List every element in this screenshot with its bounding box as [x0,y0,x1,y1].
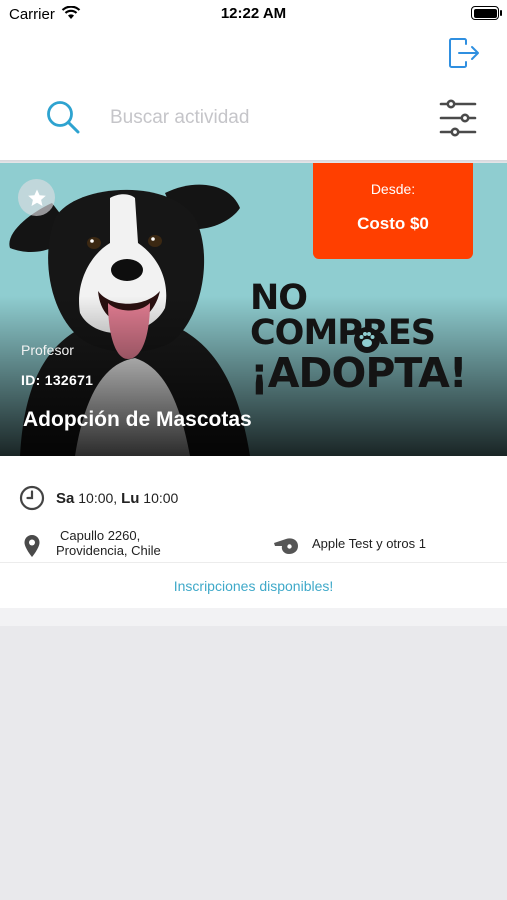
status-bar: Carrier 12:22 AM [0,0,507,30]
clock-icon [19,485,45,511]
availability-row[interactable]: Inscripciones disponibles! [0,563,507,608]
schedule-day-1: Sa [56,490,75,507]
filter-icon[interactable] [438,98,478,138]
activity-card[interactable]: Desde: Costo $0 NO COMPRES ¡ADOPTA! Prof… [0,163,507,456]
search-icon[interactable] [44,98,82,136]
teachers-text: Apple Test y otros 1 [312,536,426,551]
teacher-label: Profesor [21,342,74,358]
list-spacer [0,608,507,626]
activity-id: ID: 132671 [21,372,94,388]
schedule-time-1: 10:00 [78,490,114,506]
address-line-2: Providencia, Chile [56,543,161,558]
activity-title[interactable]: Adopción de Mascotas [23,408,252,432]
location-pin-icon [24,535,40,557]
whistle-icon [274,538,298,554]
price-label: Desde: [370,181,416,197]
favorite-button[interactable] [18,179,55,216]
status-time: 12:22 AM [220,5,287,22]
star-icon [27,189,46,206]
paw-icon [354,327,380,353]
battery-cap [500,10,502,16]
schedule-time-2: 10:00 [143,490,179,506]
top-navigation-bar [0,30,507,82]
schedule-text: Sa 10:00, Lu 10:00 [56,490,179,507]
logout-icon[interactable] [446,35,482,71]
activity-details: Sa 10:00, Lu 10:00 Capullo 2260, Provide… [0,456,507,562]
search-input[interactable] [110,102,410,134]
battery-icon [471,6,499,20]
address-line-1: Capullo 2260, [60,528,141,543]
price-badge: Desde: Costo $0 [313,163,473,259]
address: Capullo 2260, Providencia, Chile [56,528,161,558]
availability-text: Inscripciones disponibles! [173,578,334,594]
schedule-day-2: Lu [121,490,140,507]
search-bar [0,82,507,160]
promo-line-2: ¡ADOPTA! [250,349,468,397]
price-value: Costo $0 [357,214,429,233]
